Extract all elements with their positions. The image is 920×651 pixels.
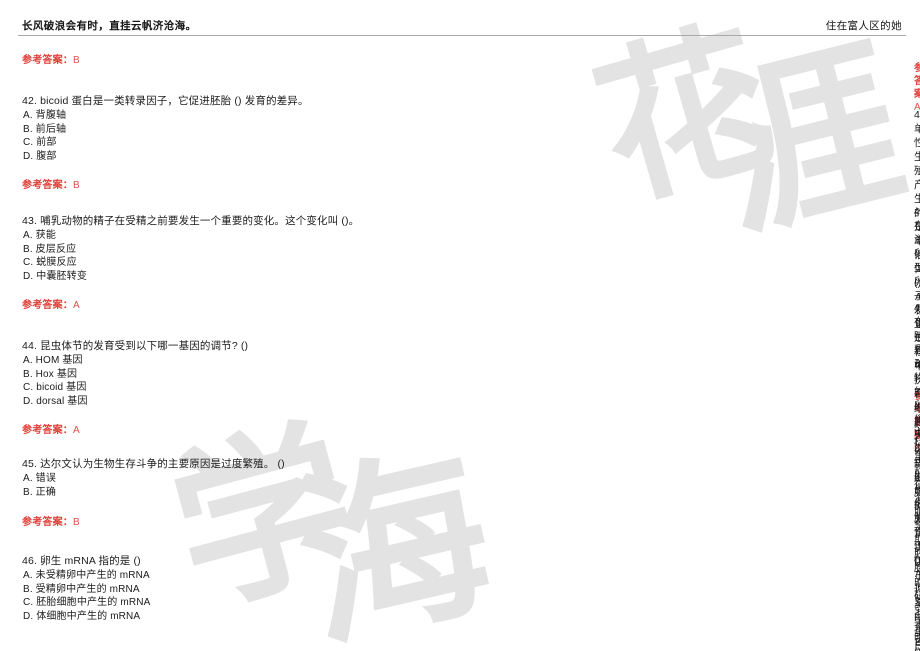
orphan-answer-right: 参考答案：A — [914, 62, 920, 114]
answer-label: 参考答案： — [22, 425, 73, 437]
answer-label: 参考答案： — [22, 300, 73, 312]
option-d: D. 体细胞中产生的 mRNA — [23, 610, 141, 622]
question-block-42: 42. bicoid 蛋白是一类转录因子，它促进胚胎 () 发育的差异。 A. … — [22, 94, 447, 192]
option-a: A. 未受精卵中产生的 mRNA — [23, 570, 150, 581]
question-text: 达尔文认为生物生存斗争的主要原因是过度繁殖。 () — [40, 458, 285, 470]
reference-answer: 参考答案：B — [22, 179, 447, 192]
document-page: 花 涯 学 海 长风破浪会有时，直挂云帆济沧海。 住在富人区的她 参考答案：B … — [0, 0, 920, 651]
question-stem: 44. 昆虫体节的发育受到以下哪一基因的调节? () — [22, 339, 447, 353]
question-text: 杜里舒在海胆早期胚胎的研究表明；() — [914, 436, 920, 651]
option-c: C. 前部 — [23, 137, 57, 149]
reference-answer: 参考答案：B — [22, 516, 447, 529]
answer-value: B — [73, 180, 80, 192]
question-text: 昆虫体节的发育受到以下哪一基因的调节? () — [40, 340, 249, 352]
header-divider — [18, 35, 906, 36]
question-number: 45. — [22, 458, 38, 470]
question-stem: 45. 达尔文认为生物生存斗争的主要原因是过度繁殖。 () — [22, 457, 447, 471]
question-number: 43. — [22, 215, 38, 227]
option-c: C. bicoid 基因 — [23, 382, 87, 394]
right-column: 参考答案：A 47. 单性生殖产生的是单倍体。 () A. 错误 B. 正确 参… — [455, 42, 920, 651]
question-number: 44. — [22, 340, 38, 352]
option-d: D. 腹部 — [23, 150, 57, 162]
question-number: 47. — [914, 109, 920, 121]
option-b: B. 正确 — [23, 486, 56, 498]
option-b: B. 前后轴 — [23, 123, 67, 135]
answer-value: A — [73, 300, 80, 312]
answer-label: 参考答案： — [914, 63, 920, 100]
answer-value: B — [73, 517, 80, 529]
answer-value: A — [73, 425, 80, 437]
header-left-text: 长风破浪会有时，直挂云帆济沧海。 — [22, 20, 197, 32]
option-c: C. 蜕膜反应 — [23, 257, 77, 269]
orphan-answer-left: 参考答案：B — [22, 54, 80, 67]
option-b: B. 皮层反应 — [23, 243, 77, 255]
question-block-46: 46. 卵生 mRNA 指的是 () A. 未受精卵中产生的 mRNA B. 受… — [22, 554, 447, 623]
question-number: 42. — [22, 95, 38, 107]
answer-label: 参考答案： — [22, 55, 73, 66]
option-d: D. dorsal 基因 — [23, 395, 88, 407]
header-right-text: 住在富人区的她 — [825, 20, 902, 32]
question-text: 哺乳动物的精子在受精之前要发生一个重要的变化。这个变化叫 ()。 — [40, 215, 360, 227]
option-a: A. HOM 基因 — [23, 355, 83, 366]
question-text: 卵生 mRNA 指的是 () — [40, 555, 141, 567]
left-column: 参考答案：B 42. bicoid 蛋白是一类转录因子，它促进胚胎 () 发育的… — [0, 42, 455, 651]
question-block-45: 45. 达尔文认为生物生存斗争的主要原因是过度繁殖。 () A. 错误 B. 正… — [22, 457, 447, 529]
option-c: C. 胚胎细胞中产生的 mRNA — [23, 597, 151, 609]
answer-label: 参考答案： — [22, 180, 73, 192]
question-block-43: 43. 哺乳动物的精子在受精之前要发生一个重要的变化。这个变化叫 ()。 A. … — [22, 214, 447, 312]
question-number: 48. — [914, 206, 920, 218]
option-d: D. 中囊胚转变 — [23, 270, 87, 282]
question-stem: 46. 卵生 mRNA 指的是 () — [22, 554, 447, 568]
question-stem: 42. bicoid 蛋白是一类转录因子，它促进胚胎 () 发育的差异。 — [22, 94, 447, 108]
question-number: 49. — [914, 302, 920, 314]
page-header: 长风破浪会有时，直挂云帆济沧海。 住在富人区的她 — [0, 0, 920, 42]
question-stem: 43. 哺乳动物的精子在受精之前要发生一个重要的变化。这个变化叫 ()。 — [22, 214, 447, 228]
question-text: bicoid 蛋白是一类转录因子，它促进胚胎 () 发育的差异。 — [40, 95, 309, 107]
question-block-44: 44. 昆虫体节的发育受到以下哪一基因的调节? () A. HOM 基因 B. … — [22, 339, 447, 437]
option-a: A. 错误 — [23, 473, 56, 484]
reference-answer: 参考答案：A — [22, 424, 447, 437]
reference-answer: 参考答案：A — [22, 299, 447, 312]
answer-label: 参考答案： — [22, 517, 73, 529]
question-number: 46. — [22, 555, 38, 567]
option-a: A. 背腹轴 — [23, 110, 67, 121]
option-b: B. Hox 基因 — [23, 368, 78, 380]
answer-value: B — [73, 55, 80, 66]
option-b: B. 受精卵中产生的 mRNA — [23, 583, 140, 595]
question-number: 50. — [914, 422, 920, 434]
option-a: A. 获能 — [23, 230, 56, 241]
page-content: 参考答案：B 42. bicoid 蛋白是一类转录因子，它促进胚胎 () 发育的… — [0, 42, 920, 651]
